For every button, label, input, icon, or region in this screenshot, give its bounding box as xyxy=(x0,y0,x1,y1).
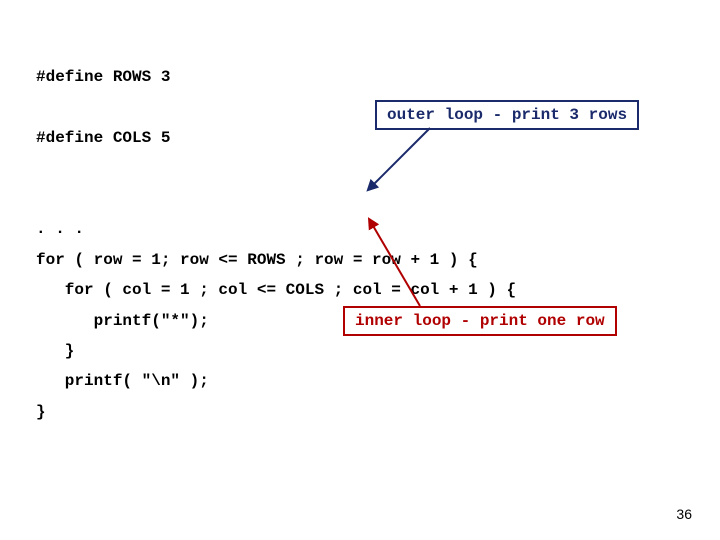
inner-loop-arrow xyxy=(0,0,720,540)
page-number: 36 xyxy=(676,506,692,522)
